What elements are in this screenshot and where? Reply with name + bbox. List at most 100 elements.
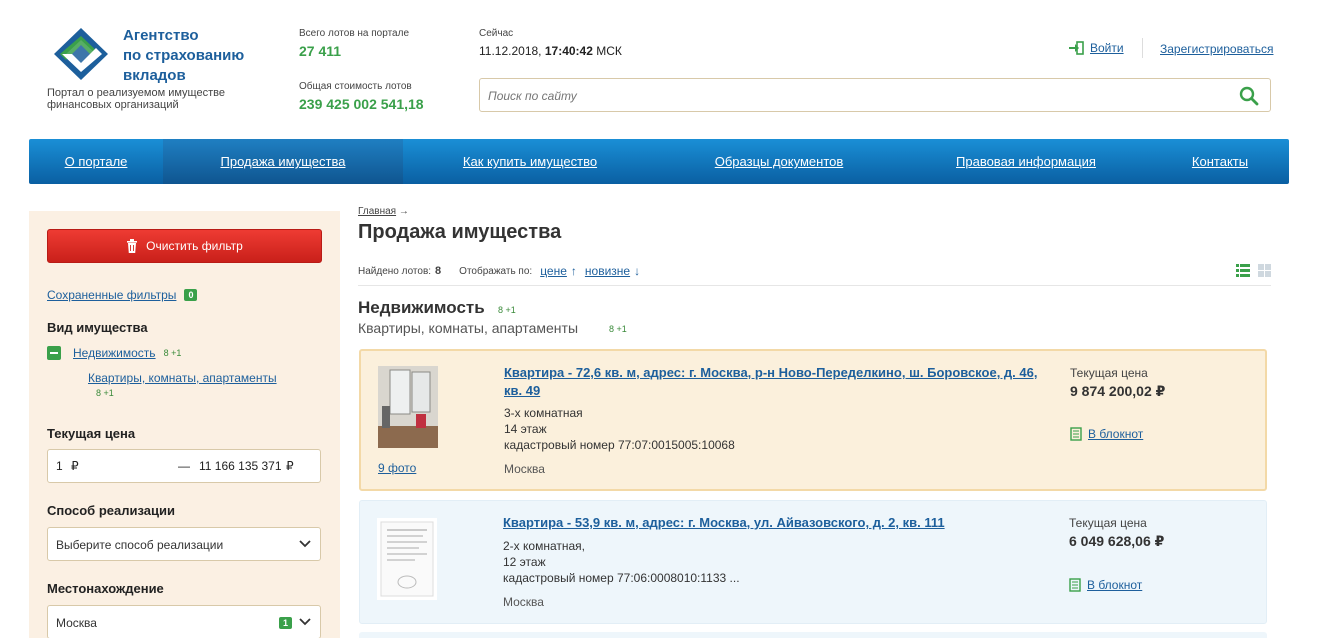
found-label: Найдено лотов: bbox=[358, 265, 432, 277]
logo-name[interactable]: Агентство по страхованию вкладов bbox=[123, 26, 244, 86]
property-type-heading: Вид имущества bbox=[47, 320, 148, 335]
found-value: 8 bbox=[435, 265, 442, 277]
add-to-notebook[interactable]: В блокнот bbox=[1069, 578, 1142, 592]
lot-price: 6 049 628,06 ₽ bbox=[1069, 533, 1165, 549]
total-lots-value: 27 411 bbox=[299, 43, 342, 59]
logo-icon[interactable] bbox=[50, 26, 112, 82]
saved-filters-link[interactable]: Сохраненные фильтры bbox=[47, 288, 176, 302]
filter-apartments: Квартиры, комнаты, апартаменты bbox=[88, 371, 277, 385]
sort-price-arrow-icon: ↑ bbox=[570, 264, 577, 278]
nav-document-samples[interactable]: Образцы документов bbox=[657, 139, 901, 184]
saved-filters-badge: 0 bbox=[184, 289, 198, 301]
clear-filter-button[interactable]: Очистить фильтр bbox=[47, 229, 322, 263]
sort-by-new[interactable]: новизне bbox=[585, 264, 630, 278]
category-count: 8 +1 bbox=[498, 305, 516, 315]
price-to: 11 166 135 371 bbox=[199, 459, 282, 473]
current-price-heading: Текущая цена bbox=[47, 426, 136, 441]
chevron-down-icon bbox=[299, 540, 311, 548]
view-switcher bbox=[1236, 264, 1271, 277]
lot-document-thumbnail[interactable] bbox=[377, 518, 437, 600]
chevron-down-icon bbox=[299, 618, 311, 626]
price-to-currency: ₽ bbox=[286, 459, 294, 473]
lot-city: Москва bbox=[504, 462, 545, 476]
show-by-label: Отображать по: bbox=[459, 265, 533, 277]
nav-legal-info[interactable]: Правовая информация bbox=[901, 139, 1151, 184]
lot-photo[interactable] bbox=[378, 366, 438, 448]
notebook-icon bbox=[1070, 427, 1082, 441]
breadcrumb: Главная → bbox=[358, 206, 409, 217]
location-heading: Местонахождение bbox=[47, 581, 164, 596]
real-estate-link[interactable]: Недвижимость bbox=[73, 346, 156, 360]
login-icon bbox=[1069, 41, 1084, 55]
nav-about[interactable]: О портале bbox=[29, 139, 163, 184]
price-range-field[interactable]: 1 ₽ — 11 166 135 371 ₽ bbox=[47, 449, 321, 483]
header-divider bbox=[1142, 38, 1143, 58]
lot-card-partial bbox=[359, 632, 1267, 638]
total-lots-label: Всего лотов на портале bbox=[299, 28, 410, 39]
lot-floor: 14 этаж bbox=[504, 422, 547, 436]
toolbar-divider bbox=[358, 285, 1271, 286]
clear-filter-label: Очистить фильтр bbox=[146, 239, 243, 253]
lot-price-label: Текущая цена bbox=[1070, 366, 1148, 380]
page-title: Продажа имущества bbox=[358, 221, 562, 243]
breadcrumb-arrow-icon: → bbox=[398, 206, 409, 217]
breadcrumb-home[interactable]: Главная bbox=[358, 206, 396, 217]
price-from-currency: ₽ bbox=[71, 459, 79, 473]
lot-cadastral: кадастровый номер 77:07:0015005:10068 bbox=[504, 438, 735, 452]
add-to-notebook-label: В блокнот bbox=[1087, 578, 1143, 592]
location-select-value: Москва bbox=[56, 616, 97, 630]
lot-city: Москва bbox=[503, 595, 544, 609]
method-select-value: Выберите способ реализации bbox=[56, 538, 224, 552]
nav-contacts[interactable]: Контакты bbox=[1151, 139, 1289, 184]
minus-checkbox-icon[interactable] bbox=[47, 346, 61, 360]
lot-rooms: 3-х комнатная bbox=[504, 406, 583, 420]
trash-icon bbox=[127, 239, 138, 253]
filter-sidebar: Очистить фильтр Сохраненные фильтры 0 Ви… bbox=[29, 211, 340, 638]
lot-floor: 12 этаж bbox=[503, 555, 546, 569]
lot-cadastral: кадастровый номер 77:06:0008010:1133 ... bbox=[503, 571, 740, 585]
search-icon[interactable] bbox=[1238, 85, 1260, 107]
lot-title-link[interactable]: Квартира - 53,9 кв. м, адрес: г. Москва,… bbox=[503, 514, 1043, 532]
nav-property-sale[interactable]: Продажа имущества bbox=[163, 139, 403, 184]
subcategory-title: Квартиры, комнаты, апартаменты bbox=[358, 320, 579, 336]
notebook-icon bbox=[1069, 578, 1081, 592]
apartments-link[interactable]: Квартиры, комнаты, апартаменты bbox=[88, 371, 277, 385]
subcategory-count: 8 +1 bbox=[609, 324, 627, 334]
sort-by-price[interactable]: цене bbox=[540, 264, 567, 278]
nav-how-to-buy[interactable]: Как купить имущество bbox=[403, 139, 657, 184]
add-to-notebook[interactable]: В блокнот bbox=[1070, 427, 1143, 441]
search-box bbox=[479, 78, 1271, 112]
total-cost-label: Общая стоимость лотов bbox=[299, 81, 412, 92]
now-datetime: 11.12.2018, 17:40:42 МСК bbox=[479, 44, 622, 58]
site-header: Агентство по страхованию вкладов Портал … bbox=[0, 0, 1318, 138]
now-label: Сейчас bbox=[479, 28, 514, 39]
search-input[interactable] bbox=[488, 87, 1228, 105]
method-heading: Способ реализации bbox=[47, 503, 175, 518]
location-select[interactable]: Москва 1 bbox=[47, 605, 321, 638]
lot-price: 9 874 200,02 ₽ bbox=[1070, 383, 1166, 399]
category-title: Недвижимость bbox=[358, 298, 485, 317]
add-to-notebook-label: В блокнот bbox=[1088, 427, 1144, 441]
register-link[interactable]: Зарегистрироваться bbox=[1160, 42, 1273, 56]
list-view-icon[interactable] bbox=[1236, 264, 1250, 277]
lot-rooms: 2-х комнатная, bbox=[503, 539, 585, 553]
lot-photos-link[interactable]: 9 фото bbox=[378, 461, 416, 475]
method-select[interactable]: Выберите способ реализации bbox=[47, 527, 321, 561]
lot-card: Квартира - 53,9 кв. м, адрес: г. Москва,… bbox=[359, 500, 1267, 624]
main-nav: О портале Продажа имущества Как купить и… bbox=[29, 139, 1289, 184]
lot-price-label: Текущая цена bbox=[1069, 516, 1147, 530]
apartments-count: 8 +1 bbox=[96, 388, 114, 398]
total-cost-value: 239 425 002 541,18 bbox=[299, 96, 424, 112]
results-toolbar: Найдено лотов: 8 Отображать по: цене ↑ н… bbox=[358, 264, 640, 278]
saved-filters: Сохраненные фильтры 0 bbox=[47, 288, 198, 302]
grid-view-icon[interactable] bbox=[1258, 264, 1271, 277]
location-count-badge: 1 bbox=[279, 617, 293, 629]
login-label: Войти bbox=[1090, 41, 1124, 55]
main-content: Главная → Продажа имущества Найдено лото… bbox=[358, 200, 1271, 638]
price-dash: — bbox=[178, 459, 190, 473]
login-link[interactable]: Войти bbox=[1068, 41, 1124, 55]
lot-title-link[interactable]: Квартира - 72,6 кв. м, адрес: г. Москва,… bbox=[504, 364, 1044, 400]
real-estate-count: 8 +1 bbox=[163, 348, 182, 358]
lot-card: 9 фото Квартира - 72,6 кв. м, адрес: г. … bbox=[359, 349, 1267, 491]
price-from: 1 bbox=[56, 459, 63, 473]
